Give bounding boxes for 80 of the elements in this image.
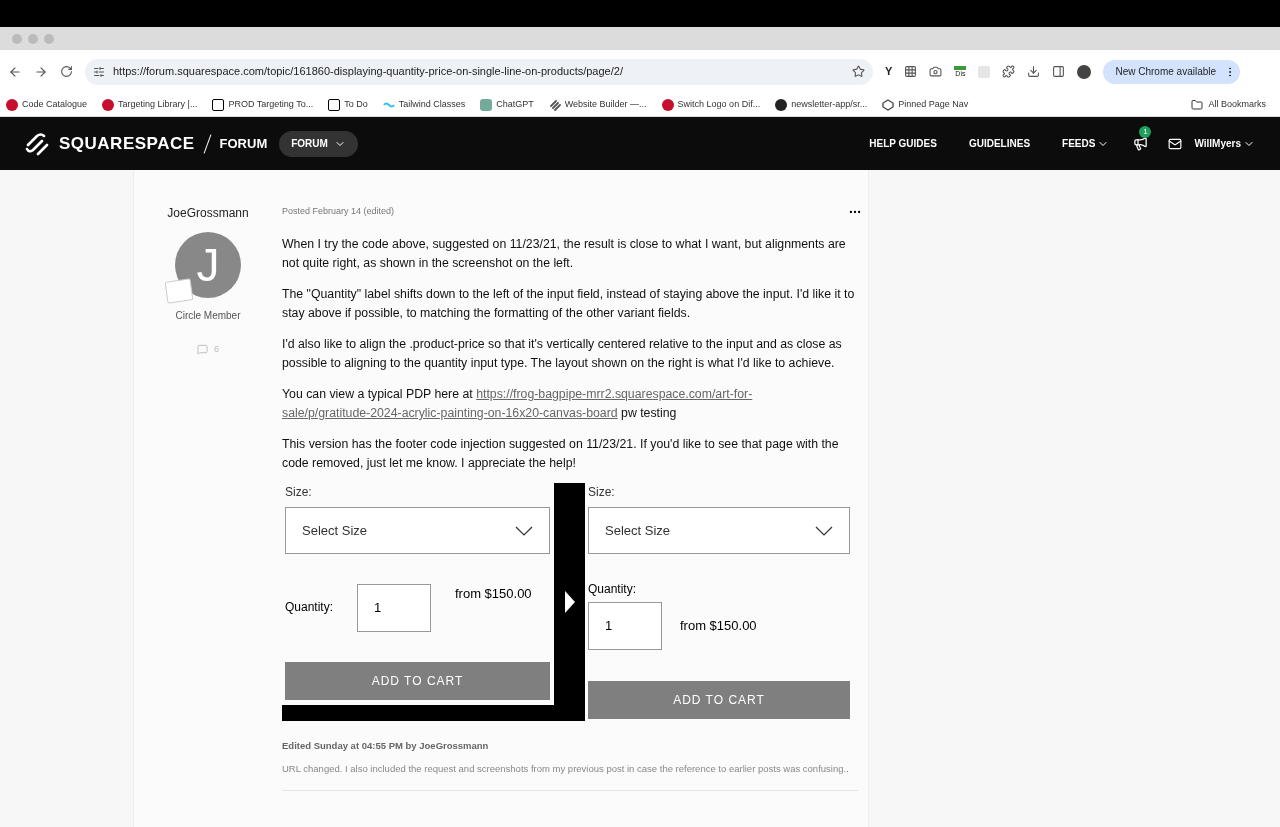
- chevron-down-icon: [515, 525, 533, 536]
- size-select[interactable]: Select Size: [285, 507, 550, 554]
- avatar[interactable]: J: [175, 232, 241, 298]
- site-settings-icon[interactable]: [93, 65, 105, 78]
- side-panel-icon[interactable]: [1052, 65, 1066, 78]
- post-paragraph: I'd also like to align the .product-price so that it's vertically centered relative to the input and as close as possible to aligning to the quantity input type. The layout shown on the right is what I'd like to achieve.: [282, 336, 843, 372]
- price-text: from $150.00: [680, 617, 757, 636]
- section-title[interactable]: FORUM: [219, 133, 268, 154]
- post-date: Posted February 14 (edited): [282, 205, 395, 219]
- cube-icon: [882, 98, 895, 111]
- price-text: from $150.00: [455, 585, 532, 603]
- github-icon: [775, 98, 788, 111]
- bookmark-item[interactable]: PROD Targeting To...: [212, 97, 314, 112]
- bookmark-item[interactable]: Tailwind Classes: [382, 97, 466, 112]
- bookmark-item[interactable]: Switch Logo on Dif...: [661, 97, 761, 112]
- announcement-icon[interactable]: [1133, 136, 1149, 151]
- quantity-field[interactable]: 1: [357, 584, 431, 632]
- add-to-cart-button[interactable]: ADD TO CART: [285, 662, 550, 700]
- w-logo-icon: [102, 98, 115, 111]
- size-label: Size:: [588, 484, 616, 501]
- all-bookmarks[interactable]: All Bookmarks: [1191, 97, 1274, 112]
- calendar-badge-icon: [164, 278, 194, 304]
- chatgpt-icon: [480, 98, 493, 111]
- quantity-field[interactable]: 1: [588, 602, 662, 650]
- url-text: https://forum.squarespace.com/topic/161860-displaying-quantity-price-on-single-line-on-products/page/2/: [113, 64, 623, 80]
- edit-info: Edited Sunday at 04:55 PM by JoeGrossmann: [282, 739, 490, 753]
- address-bar[interactable]: https://forum.squarespace.com/topic/161860-displaying-quantity-price-on-single-line-on-products/page/2/: [85, 58, 873, 85]
- post-paragraph: When I try the code above, suggested on 11/23/21, the result is close to what I want, but alignments are not quite right, as shown in the screenshot on the left.: [282, 236, 847, 272]
- post-paragraph: The "Quantity" label shifts down to the left of the input field, instead of staying above the input. I'd like it to stay above if possible, to matching the formatting of the other variant fields.: [282, 286, 856, 322]
- nav-link[interactable]: FEEDS: [1062, 136, 1110, 151]
- add-to-cart-button[interactable]: ADD TO CART: [588, 681, 850, 719]
- forward-icon[interactable]: [34, 64, 48, 79]
- size-label: Size:: [285, 484, 313, 501]
- edit-note: URL changed. I also included the request and screenshots from my previous post in case the reference to earlier posts was confusing..: [282, 762, 850, 777]
- update-button[interactable]: New Chrome available: [1103, 59, 1241, 84]
- mail-icon[interactable]: [1168, 136, 1183, 151]
- grid-icon[interactable]: [904, 65, 918, 78]
- notion-icon: [212, 98, 225, 111]
- folder-icon: [1191, 98, 1204, 111]
- puzzle-icon[interactable]: [1002, 65, 1016, 78]
- quantity-label: Quantity:: [285, 599, 335, 616]
- brand-name[interactable]: SQUARESPACE: [59, 130, 195, 157]
- size-select[interactable]: Select Size: [588, 507, 850, 554]
- back-icon[interactable]: [8, 64, 22, 79]
- author-name[interactable]: JoeGrossmann: [167, 204, 249, 222]
- post-paragraph: You can view a typical PDP here at https://frog-bagpipe-mrr2.squarespace.com/art-for- sale/p/gratitude-2024-acrylic-painting-on-16x20-canvas-board pw testing: [282, 386, 754, 422]
- post-link[interactable]: sale/p/gratitude-2024-acrylic-painting-on-16x20-canvas-board: [282, 406, 618, 420]
- bookmark-item[interactable]: newsletter-app/sr...: [775, 97, 868, 112]
- notification-badge: 1: [1139, 126, 1152, 138]
- quantity-label: Quantity:: [588, 581, 638, 598]
- post-paragraph: This version has the footer code injection suggested on 11/23/21. If you'd like to see that page with the code removed, just let me know. I appreciate the help!: [282, 436, 840, 472]
- bookmark-star-icon[interactable]: [852, 65, 865, 78]
- bookmark-item[interactable]: Pinned Page Nav: [882, 97, 969, 112]
- user-menu[interactable]: WillMyers: [1194, 136, 1255, 151]
- squarespace-icon: [548, 98, 561, 111]
- wave-icon: [382, 100, 395, 109]
- nav-link[interactable]: GUIDELINES: [968, 136, 1031, 151]
- comment-icon: [197, 344, 208, 356]
- bookmark-item[interactable]: To Do: [328, 97, 368, 112]
- download-icon[interactable]: [1027, 65, 1041, 78]
- bookmark-item[interactable]: ChatGPT: [480, 97, 534, 112]
- w-logo-icon: [6, 98, 18, 111]
- profile-avatar[interactable]: [1077, 64, 1092, 79]
- notion-icon: [328, 98, 341, 111]
- camera-icon[interactable]: [929, 65, 943, 78]
- post-link[interactable]: https://frog-bagpipe-mrr2.squarespace.com/art-for-: [476, 387, 753, 401]
- select-value: Select Size: [605, 521, 671, 540]
- bookmark-item[interactable]: Targeting Library |...: [102, 97, 198, 112]
- forum-dropdown[interactable]: FORUM: [279, 130, 358, 157]
- select-value: Select Size: [302, 521, 368, 540]
- reload-icon[interactable]: [60, 65, 73, 78]
- bookmark-item[interactable]: Website Builder —...: [548, 97, 647, 112]
- triangle-arrow-icon: [564, 591, 575, 613]
- bookmark-item[interactable]: Code Catalogue: [6, 97, 88, 112]
- y-extension-icon[interactable]: Y: [885, 63, 893, 80]
- chevron-down-icon: [815, 525, 833, 536]
- w-logo-icon: [661, 98, 674, 111]
- squarespace-logo-icon[interactable]: [25, 131, 51, 156]
- nav-link[interactable]: HELP GUIDES: [869, 136, 937, 151]
- member-role: Circle Member: [175, 309, 241, 323]
